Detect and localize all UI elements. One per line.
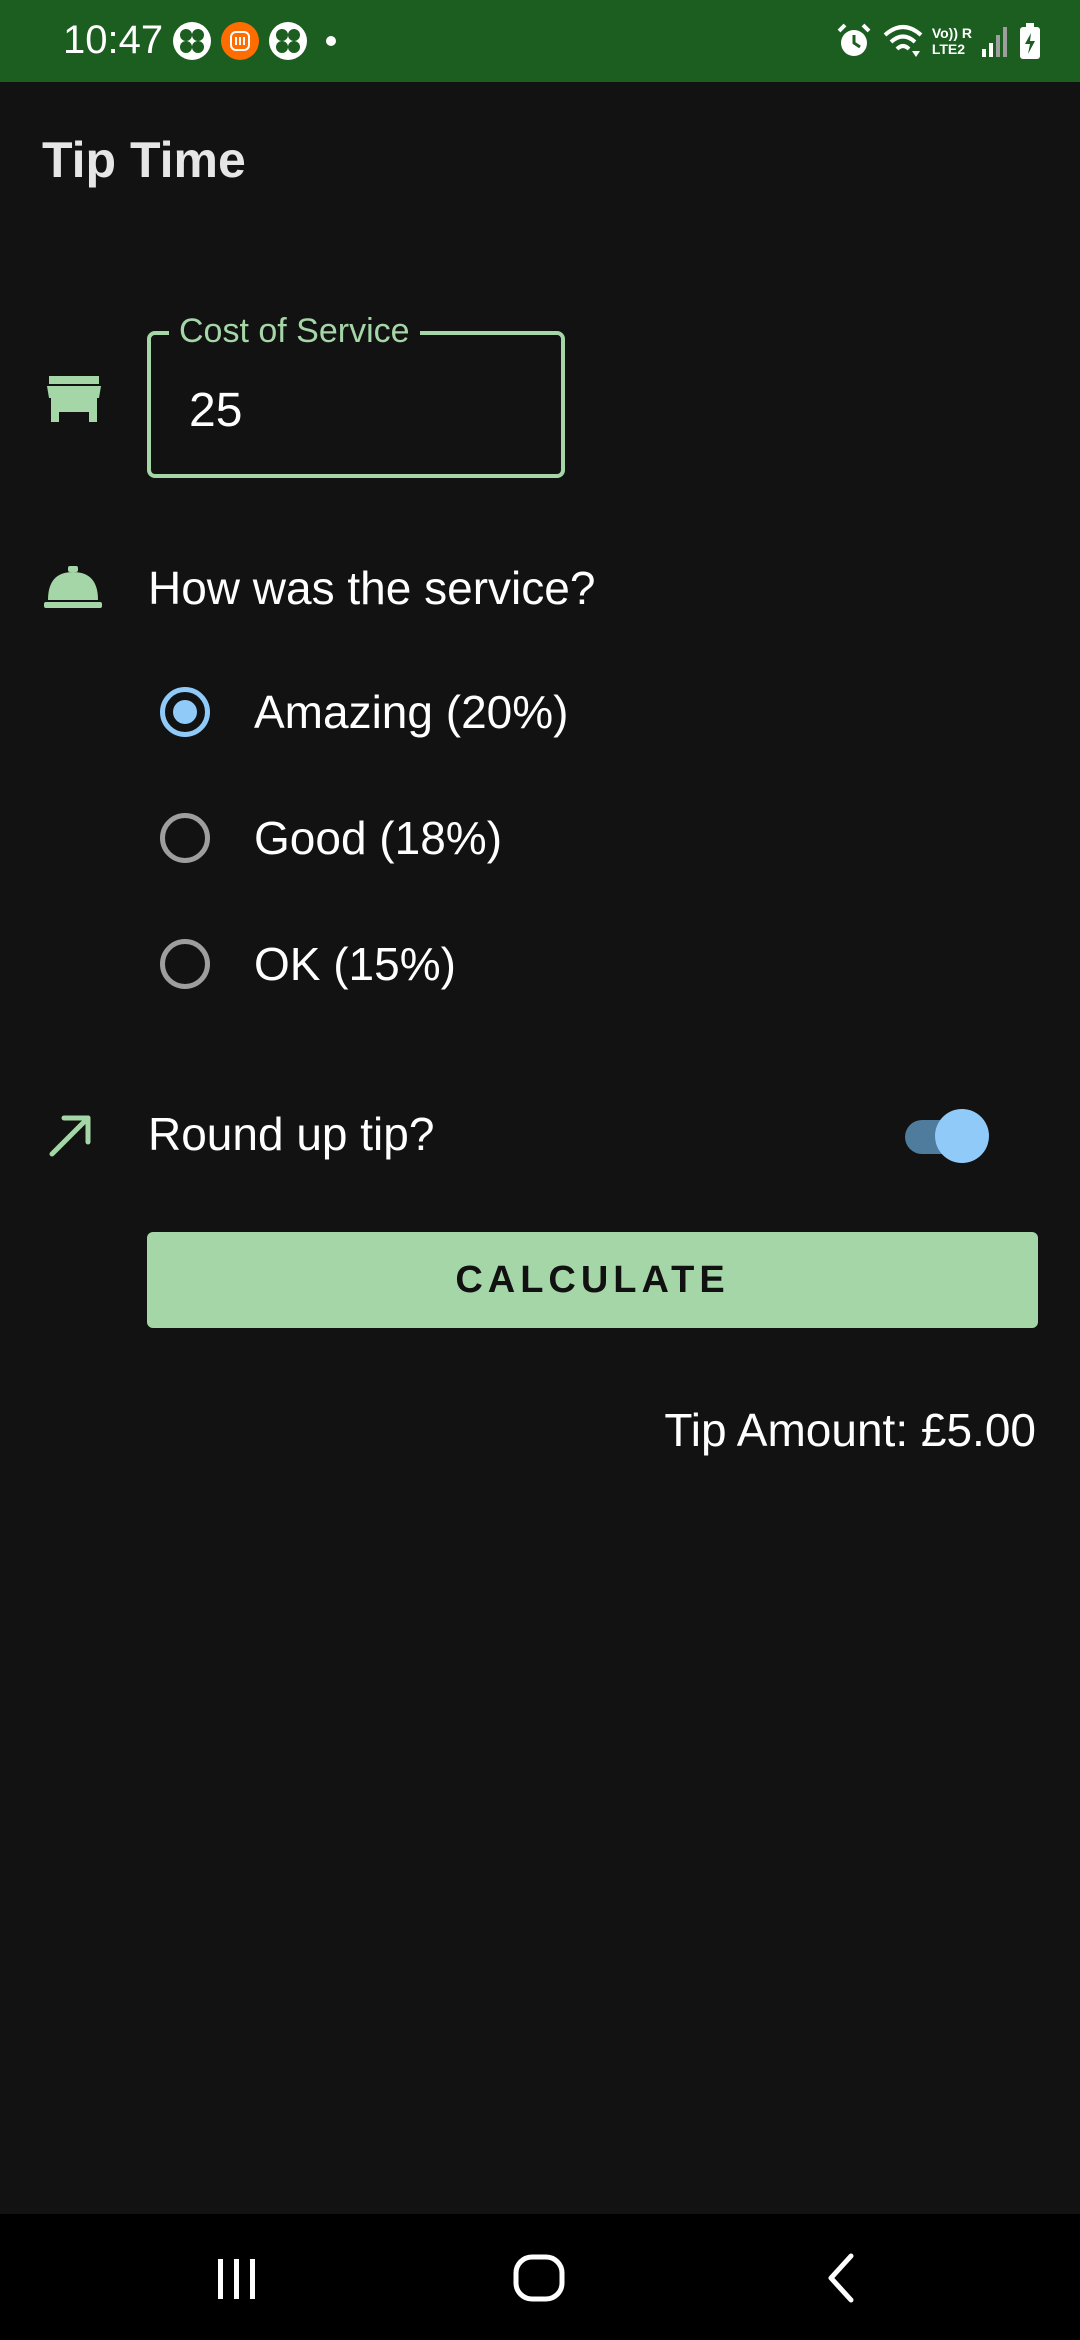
- radio-label-amazing: Amazing (20%): [254, 686, 569, 738]
- clover-app-icon-2: [269, 22, 307, 60]
- cost-of-service-label: Cost of Service: [169, 309, 420, 353]
- round-up-label: Round up tip?: [148, 1108, 435, 1160]
- radio-option-good[interactable]: Good (18%): [160, 803, 502, 873]
- tip-amount-text: Tip Amount: £5.00: [664, 1404, 1036, 1456]
- network-top-text: Vo)) R: [931, 25, 972, 41]
- cost-of-service-field[interactable]: Cost of Service 25: [147, 309, 565, 478]
- battery-charging-icon: [1020, 23, 1040, 59]
- radio-option-amazing[interactable]: Amazing (20%): [160, 677, 568, 747]
- radio-option-ok[interactable]: OK (15%): [160, 929, 456, 999]
- trending-up-arrow-icon: [49, 1115, 91, 1157]
- switch-thumb: [935, 1109, 989, 1163]
- notification-icons: [172, 20, 346, 62]
- page-title: Tip Time: [42, 132, 246, 188]
- service-question: How was the service?: [148, 562, 596, 614]
- status-time: 10:47: [63, 18, 164, 62]
- clover-app-icon: [173, 22, 211, 60]
- status-bar: 10:47 Vo)) R LTE2: [0, 0, 1080, 82]
- recents-icon: [218, 2259, 255, 2299]
- mi-app-icon: [221, 22, 259, 60]
- back-icon: [828, 2253, 854, 2303]
- radio-button-selected[interactable]: [160, 687, 210, 737]
- system-navigation-bar: [0, 2214, 1080, 2340]
- cost-of-service-input[interactable]: 25: [189, 383, 529, 439]
- recents-button[interactable]: [177, 2238, 297, 2318]
- room-service-bell-icon: [44, 566, 102, 608]
- signal-icon: [982, 27, 1007, 57]
- store-icon: [47, 376, 101, 422]
- calculate-button[interactable]: CALCULATE: [147, 1232, 1038, 1328]
- home-button[interactable]: [479, 2238, 599, 2318]
- network-type-label: Vo)) R LTE2: [932, 25, 972, 57]
- more-notifications-dot-icon: [326, 36, 336, 46]
- back-button[interactable]: [781, 2238, 901, 2318]
- radio-button[interactable]: [160, 813, 210, 863]
- network-bottom-text: LTE2: [931, 41, 966, 57]
- system-status-icons: Vo)) R LTE2: [834, 18, 1042, 64]
- home-icon: [513, 2254, 565, 2302]
- tip-time-screen: 10:47 Vo)) R LTE2 Tip Time Cost of Servi…: [0, 0, 1080, 2340]
- radio-label-ok: OK (15%): [254, 938, 456, 990]
- radio-button[interactable]: [160, 939, 210, 989]
- wifi-icon: [883, 25, 923, 57]
- radio-label-good: Good (18%): [254, 812, 503, 864]
- round-up-switch[interactable]: [903, 1106, 989, 1163]
- alarm-icon: [837, 23, 871, 56]
